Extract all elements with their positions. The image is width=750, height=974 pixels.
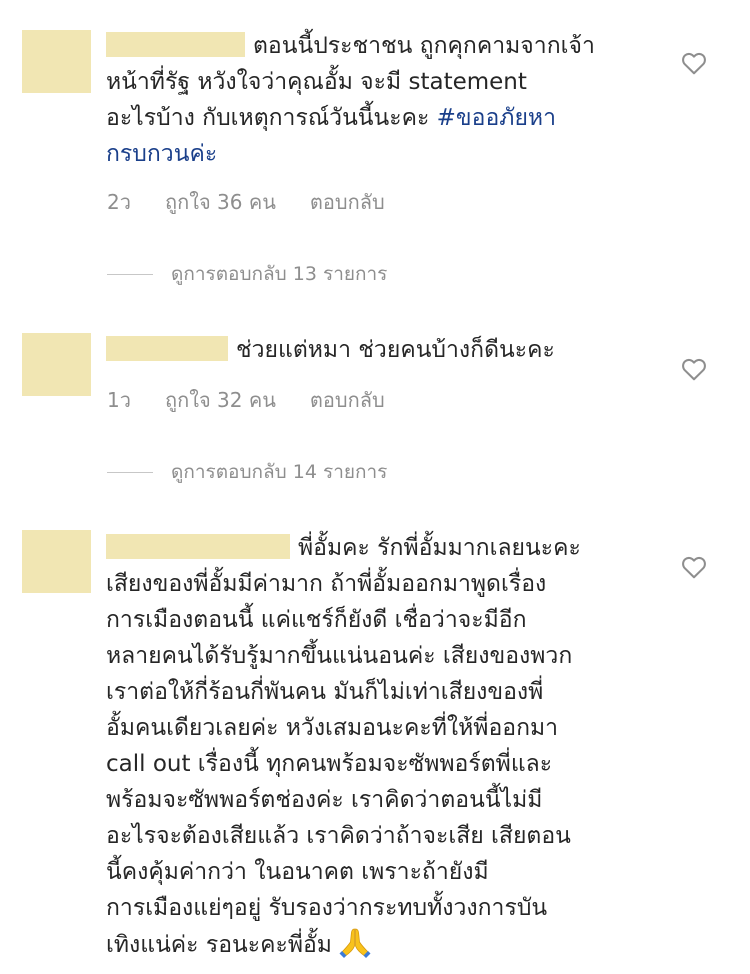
comment-text-line: เทิงแน่ค่ะ รอนะคะพี่อั้ม (106, 932, 332, 958)
comment-body: พี่อั้มคะ รักพี่อั้มมากเลยนะคะ เสียงของพ… (106, 530, 666, 963)
comment-time: 1ว (107, 388, 131, 412)
replies-divider-line (107, 274, 153, 275)
avatar[interactable] (22, 333, 91, 396)
comment-time: 2ว (107, 190, 131, 214)
hashtag-link[interactable]: กรบกวนค่ะ (106, 136, 666, 172)
hashtag-link[interactable]: #ขออภัยหา (437, 105, 556, 131)
replies-divider-line (107, 472, 153, 473)
comment-text-line: พี่อั้มคะ รักพี่อั้มมากเลยนะคะ (298, 535, 581, 561)
heart-outline-icon[interactable] (681, 51, 707, 75)
heart-outline-icon[interactable] (681, 357, 707, 381)
username-redacted[interactable] (106, 336, 228, 361)
reply-button[interactable]: ตอบกลับ (310, 388, 385, 412)
avatar[interactable] (22, 530, 91, 593)
comment-text-line: พร้อมจะซัพพอร์ตช่องค่ะ เราคิดว่าตอนนี้ไม… (106, 787, 543, 813)
likes-count[interactable]: ถูกใจ 32 คน (165, 388, 276, 412)
comment-text-line: นี้คงคุ้มค่ากว่า ในอนาคต เพราะถ้ายังมี (106, 859, 489, 885)
comment-meta: 2ว ถูกใจ 36 คน ตอบกลับ (107, 186, 419, 218)
username-redacted[interactable] (106, 534, 290, 559)
view-replies-label: ดูการตอบกลับ 13 รายการ (171, 263, 388, 285)
comment-text-line: เราต่อให้กี่ร้อนกี่พันคน มันก็ไม่เท่าเสี… (106, 679, 544, 705)
comment-text-line: ตอนนี้ประชาชน ถูกคุกคามจากเจ้า (253, 33, 595, 59)
reply-button[interactable]: ตอบกลับ (310, 190, 385, 214)
comment-meta: 1ว ถูกใจ 32 คน ตอบกลับ (107, 384, 419, 416)
folded-hands-emoji-icon (339, 928, 371, 958)
view-replies-label: ดูการตอบกลับ 14 รายการ (171, 461, 388, 483)
heart-outline-icon[interactable] (681, 555, 707, 579)
username-redacted[interactable] (106, 32, 245, 57)
comment-text-line: การเมืองตอนนี้ แค่แชร์ก็ยังดี เชื่อว่าจะ… (106, 607, 527, 633)
comment-text-line: หลายคนได้รับรู้มากขึ้นแน่นอนค่ะ เสียงของ… (106, 643, 573, 669)
comment-text-line: call out เรื่องนี้ ทุกคนพร้อมจะซัพพอร์ตพ… (106, 751, 553, 777)
comment-text-line: ช่วยแต่หมา ช่วยคนบ้างก็ดีนะคะ (236, 337, 555, 363)
comment-body: ช่วยแต่หมา ช่วยคนบ้างก็ดีนะคะ (106, 332, 666, 368)
comment-text-line: เสียงของพี่อั้มมีค่ามาก ถ้าพี่อั้มออกมาพ… (106, 571, 547, 597)
comment-text-line: การเมืองแย่ๆอยู่ รับรองว่ากระทบทั้งวงการ… (106, 895, 548, 921)
comment-text-line: อะไรจะต้องเสียแล้ว เราคิดว่าถ้าจะเสีย เส… (106, 823, 571, 849)
comment-text-line: อะไรบ้าง กับเหตุการณ์วันนี้นะคะ (106, 105, 437, 131)
view-replies-link[interactable]: ดูการตอบกลับ 13 รายการ (107, 259, 387, 289)
view-replies-link[interactable]: ดูการตอบกลับ 14 รายการ (107, 457, 387, 487)
avatar[interactable] (22, 30, 91, 93)
comment-text-line: หน้าที่รัฐ หวังใจว่าคุณอั้ม จะมี stateme… (106, 69, 527, 95)
comment-text-line: อั้มคนเดียวเลยค่ะ หวังเสมอนะคะที่ให้พี่อ… (106, 715, 559, 741)
comment-body: ตอนนี้ประชาชน ถูกคุกคามจากเจ้า หน้าที่รั… (106, 28, 666, 172)
likes-count[interactable]: ถูกใจ 36 คน (165, 190, 276, 214)
